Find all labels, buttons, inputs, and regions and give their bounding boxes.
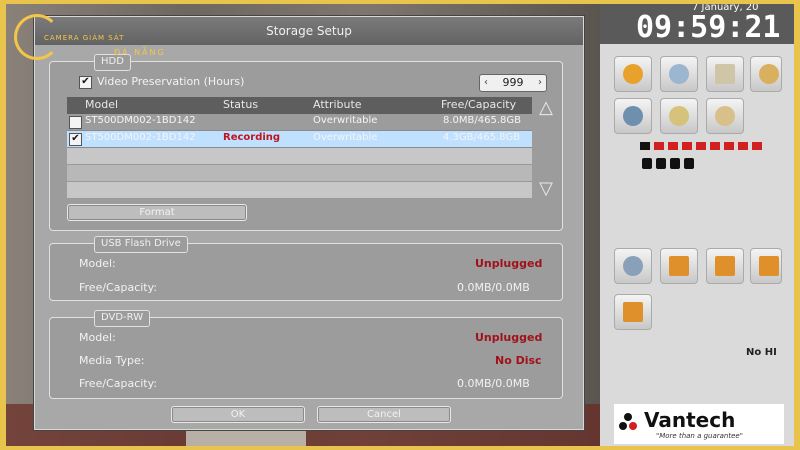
- channel-icon: [640, 142, 650, 150]
- channel-icon: [668, 142, 678, 150]
- usb-group-label: USB Flash Drive: [94, 236, 188, 253]
- channel-icon: [738, 142, 748, 150]
- dvd-model-label: Model:: [79, 331, 116, 344]
- no-hdd-text: No HI: [746, 347, 777, 358]
- clock-bar: 7 January, 20 09:59:21: [600, 4, 794, 45]
- lock-icon: [656, 158, 666, 169]
- row-model: ST500DM002-1BD142: [85, 115, 196, 126]
- hours-spinner[interactable]: ‹ 999 ›: [479, 74, 547, 92]
- row-checkbox[interactable]: [69, 116, 82, 129]
- cancel-button[interactable]: Cancel: [317, 406, 451, 423]
- layout-single-icon[interactable]: [660, 248, 698, 284]
- table-row-empty: [67, 165, 532, 182]
- table-row[interactable]: ✔ ST500DM002-1BD142 Recording Overwritab…: [67, 131, 532, 148]
- channel-icon: [710, 142, 720, 150]
- col-status: Status: [223, 98, 259, 111]
- table-row-empty: [67, 182, 532, 199]
- logo-line2: ĐÀ NẴNG: [114, 48, 166, 57]
- chevron-left-icon[interactable]: ‹: [480, 75, 492, 91]
- dvd-group-label: DVD-RW: [94, 310, 151, 327]
- gear-icon[interactable]: [706, 98, 744, 134]
- dvd-model-value: Unplugged: [475, 331, 543, 344]
- channel-icon: [696, 142, 706, 150]
- row-checkbox[interactable]: ✔: [69, 133, 82, 146]
- notes-icon[interactable]: [706, 56, 744, 92]
- channel-icon: [752, 142, 762, 150]
- hdd-table-header: Model Status Attribute Free/Capacity: [67, 97, 532, 114]
- usb-free-value: 0.0MB/0.0MB: [457, 281, 530, 294]
- row-status: Recording: [223, 132, 281, 143]
- lock-icon: [670, 158, 680, 169]
- table-row[interactable]: ST500DM002-1BD142 Overwritable 8.0MB/465…: [67, 114, 532, 131]
- channel-icon: [724, 142, 734, 150]
- row-capacity: 4.3GB/465.8GB: [443, 132, 521, 143]
- layout-full-icon[interactable]: [706, 248, 744, 284]
- camera-icon[interactable]: [614, 98, 652, 134]
- col-attribute: Attribute: [313, 98, 362, 111]
- ok-button[interactable]: OK: [171, 406, 305, 423]
- search-icon[interactable]: [614, 248, 652, 284]
- video-preservation-label: Video Preservation (Hours): [97, 75, 245, 88]
- watermark-logo: CAMERA GIÁM SÁT ĐÀ NẴNG: [14, 14, 214, 62]
- users-icon[interactable]: [660, 56, 698, 92]
- lock-icon: [684, 158, 694, 169]
- channel-icon: [654, 142, 664, 150]
- layout-grid-icon[interactable]: [614, 294, 652, 330]
- clock-text: 09:59:21: [636, 10, 781, 45]
- row-attribute: Overwritable: [313, 115, 378, 126]
- brand-name: Vantech: [644, 408, 736, 432]
- row-model: ST500DM002-1BD142: [85, 132, 196, 143]
- dvd-media-label: Media Type:: [79, 354, 145, 367]
- usb-free-label: Free/Capacity:: [79, 281, 158, 294]
- hdd-table: Model Status Attribute Free/Capacity ST5…: [67, 97, 532, 199]
- brand-slogan: "More than a guarantee": [656, 432, 743, 440]
- col-free-capacity: Free/Capacity: [441, 98, 517, 111]
- storage-setup-dialog: Storage Setup HDD ✔ Video Preservation (…: [34, 16, 584, 430]
- row-capacity: 8.0MB/465.8GB: [443, 115, 521, 126]
- hours-value: 999: [502, 76, 524, 89]
- usb-model-value: Unplugged: [475, 257, 543, 270]
- col-model: Model: [85, 98, 119, 111]
- dvd-free-label: Free/Capacity:: [79, 377, 158, 390]
- layout-quad-icon[interactable]: [750, 248, 782, 284]
- format-button[interactable]: Format: [67, 204, 247, 221]
- vantech-logo: Vantech "More than a guarantee": [614, 404, 784, 444]
- table-row-empty: [67, 148, 532, 165]
- channel-icon: [682, 142, 692, 150]
- search-globe-icon[interactable]: [660, 98, 698, 134]
- scroll-down-icon[interactable]: ▽: [537, 180, 555, 198]
- usb-model-label: Model:: [79, 257, 116, 270]
- setup-icon[interactable]: [614, 56, 652, 92]
- row-attribute: Overwritable: [313, 132, 378, 143]
- chevron-right-icon[interactable]: ›: [534, 75, 546, 91]
- dvd-media-value: No Disc: [495, 354, 542, 367]
- scroll-up-icon[interactable]: △: [537, 99, 555, 117]
- logo-line1: CAMERA GIÁM SÁT: [44, 34, 125, 42]
- lock-icon: [642, 158, 652, 169]
- control-panel: 7 January, 20 09:59:21 No HI Vantech "Mo…: [600, 4, 794, 446]
- vantech-mark-icon: [619, 413, 637, 430]
- dvd-free-value: 0.0MB/0.0MB: [457, 377, 530, 390]
- tools-icon[interactable]: [750, 56, 782, 92]
- dvr-screen: Storage Setup HDD ✔ Video Preservation (…: [6, 4, 794, 446]
- video-preservation-checkbox[interactable]: ✔: [79, 76, 92, 89]
